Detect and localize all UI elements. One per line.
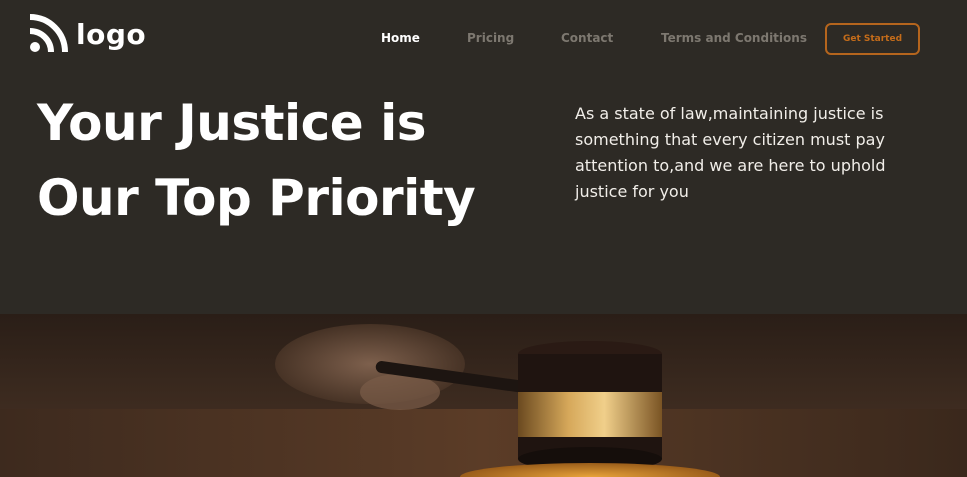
nav-pricing[interactable]: Pricing <box>467 31 514 49</box>
hero-headline: Your Justice is Our Top Priority <box>37 94 476 227</box>
nav-terms-and-conditions[interactable]: Terms and Conditions <box>661 31 807 49</box>
header-section: logo Home Pricing Contact Terms and Cond… <box>0 0 967 314</box>
logo-text: logo <box>76 17 147 51</box>
logo[interactable]: logo <box>28 14 146 54</box>
hero-description: As a state of law,maintaining justice is… <box>575 104 886 201</box>
gavel-photo <box>0 314 967 477</box>
nav-home[interactable]: Home <box>381 31 420 49</box>
wifi-wave-icon <box>29 14 68 53</box>
get-started-button[interactable]: Get Started <box>825 23 920 55</box>
nav-contact[interactable]: Contact <box>561 31 613 49</box>
